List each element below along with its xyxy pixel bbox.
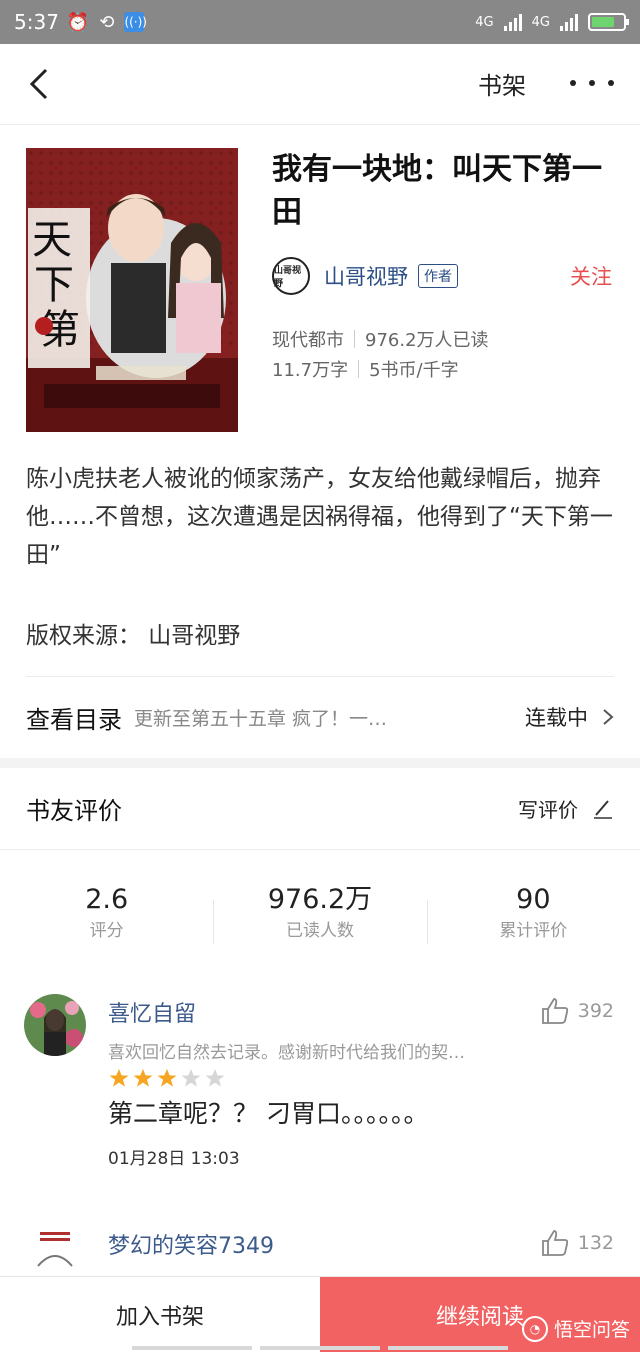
watermark-text: 悟空问答	[553, 1319, 630, 1341]
stat-readers: 976.2万 已读人数	[213, 882, 426, 952]
continue-reading-label: 继续阅读	[435, 1304, 524, 1330]
star-empty-icon	[205, 1069, 225, 1087]
book-meta-row-2: 11.7万字 5书币/千字	[272, 356, 459, 382]
catalog-row[interactable]: 查看目录 更新至第五十五章 疯了！一… 连载中	[26, 676, 614, 757]
alarm-icon: ⏰	[66, 11, 90, 33]
battery-icon	[588, 13, 629, 31]
like-count: 132	[577, 1232, 614, 1254]
stat-value: 2.6	[85, 884, 129, 915]
comment-date: 01月28日 13:03	[108, 1149, 240, 1169]
copyright-source: 版权来源： 山哥视野	[26, 623, 241, 649]
svg-text:天: 天	[32, 217, 72, 263]
stat-label: 评分	[89, 921, 124, 941]
catalog-latest-chapter: 更新至第五十五章 疯了！一…	[134, 707, 388, 730]
star-filled-icon	[157, 1069, 177, 1087]
commenter-bio: 喜欢回忆自然去记录。感谢新时代给我们的契…	[108, 1043, 465, 1063]
svg-text:下: 下	[34, 262, 74, 308]
follow-button[interactable]: 关注	[570, 261, 612, 291]
comment-text: 第二章呢？？ 刁胃口。。。。。。	[108, 1099, 429, 1128]
back-icon[interactable]	[22, 64, 62, 104]
book-word-count: 11.7万字	[272, 360, 349, 381]
star-empty-icon	[181, 1069, 201, 1087]
author-name[interactable]: 山哥视野	[324, 261, 408, 291]
like-button[interactable]: 132	[540, 1228, 614, 1258]
commenter-avatar[interactable]	[24, 994, 86, 1056]
rotation-icon: ⟲	[99, 11, 115, 33]
chevron-right-icon	[603, 709, 614, 725]
gesture-bar	[0, 1346, 640, 1351]
star-rating	[108, 1068, 226, 1088]
thumbs-up-icon	[541, 998, 568, 1024]
stat-reviews: 90 累计评价	[426, 882, 640, 952]
rating-stats: 2.6 评分 976.2万 已读人数 90 累计评价	[0, 882, 640, 952]
add-to-shelf-button[interactable]: 加入书架	[0, 1277, 320, 1352]
stat-value: 976.2万	[267, 884, 373, 915]
stat-label: 已读人数	[285, 921, 354, 941]
nav-bar: 书架	[0, 44, 640, 125]
divider	[0, 849, 640, 850]
comment-item: 梦幻的笑容7349 132	[0, 1226, 640, 1276]
commenter-name[interactable]: 梦幻的笑容7349	[108, 1228, 274, 1260]
author-row: 山哥视野 山哥视野 作者 关注	[272, 256, 612, 296]
stat-score: 2.6 评分	[0, 882, 213, 952]
continue-reading-button[interactable]: 继续阅读 ◔ 悟空问答	[320, 1277, 640, 1352]
status-time: 5:37	[14, 10, 59, 34]
book-readers: 976.2万人已读	[365, 330, 489, 351]
book-description: 陈小虎扶老人被讹的倾家荡产，女友给他戴绿帽后，抛弃他……不曾想，这次遭遇是因祸得…	[26, 466, 613, 568]
star-filled-icon	[109, 1069, 129, 1087]
reviews-header: 书友评价 写评价	[26, 768, 614, 848]
network-label-1: 4G	[475, 14, 494, 30]
bookshelf-button[interactable]: 书架	[478, 66, 526, 101]
stat-value: 90	[516, 884, 551, 915]
network-label-2: 4G	[531, 14, 550, 30]
hotspot-icon: ((·))	[124, 12, 147, 32]
signal-icon	[503, 13, 522, 31]
signal-icon-2	[560, 13, 578, 31]
section-divider	[0, 758, 640, 768]
status-right: 4G 4G	[475, 13, 629, 31]
watermark: ◔ 悟空问答	[521, 1315, 630, 1342]
reviews-title: 书友评价	[26, 796, 122, 825]
comment-item: 喜忆自留 392 喜欢回忆自然去记录。感谢新时代给我们的契… 第二章呢？？ 刁胃…	[0, 994, 640, 1174]
write-review-button[interactable]: 写评价	[518, 794, 578, 823]
stat-label: 累计评价	[499, 921, 568, 941]
like-button[interactable]: 392	[540, 996, 614, 1026]
like-count: 392	[577, 1000, 614, 1022]
book-category: 现代都市	[272, 330, 344, 351]
book-meta-row-1: 现代都市 976.2万人已读	[272, 326, 489, 352]
thumbs-up-icon	[541, 1230, 568, 1256]
book-cover[interactable]: 天 下 第	[26, 148, 238, 432]
serial-status: 连载中	[525, 706, 588, 730]
commenter-name[interactable]: 喜忆自留	[108, 996, 196, 1028]
status-bar: 5:37 ⏰ ⟲ ((·)) 4G 4G	[0, 0, 640, 44]
author-badge: 作者	[418, 264, 458, 288]
book-price: 5书币/千字	[369, 360, 459, 381]
bottom-action-bar: 加入书架 继续阅读 ◔ 悟空问答	[0, 1276, 640, 1352]
book-title: 我有一块地：叫天下第一田	[272, 152, 602, 230]
star-filled-icon	[133, 1069, 153, 1087]
wukong-logo-icon: ◔	[521, 1315, 548, 1342]
more-options-icon[interactable]	[570, 68, 614, 98]
commenter-avatar[interactable]	[24, 1226, 86, 1276]
catalog-label: 查看目录	[26, 705, 122, 734]
author-avatar[interactable]: 山哥视野	[272, 257, 310, 295]
pencil-icon[interactable]	[592, 797, 614, 819]
